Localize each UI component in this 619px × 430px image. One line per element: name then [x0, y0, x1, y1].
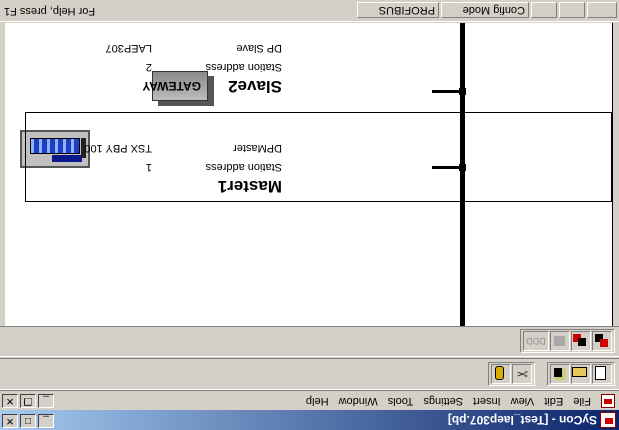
master-type-value: TSX PBY 100	[84, 142, 152, 154]
app-icon[interactable]	[600, 412, 616, 428]
minimize-button[interactable]: _	[38, 414, 54, 428]
menu-settings[interactable]: Settings	[423, 395, 463, 407]
menu-edit[interactable]: Edit	[544, 395, 563, 407]
status-empty-panel-2	[559, 2, 585, 18]
maximize-button[interactable]: □	[20, 414, 36, 428]
close-button[interactable]: ✕	[2, 414, 18, 428]
gateway-label: GATEWAY	[142, 79, 201, 93]
document-controls: _ ❐ ✕	[2, 394, 54, 408]
disabled-icon	[550, 331, 570, 351]
ddd-button: DDD	[523, 331, 549, 351]
status-empty-panel-3	[531, 2, 557, 18]
status-protocol: PROFIBUS	[357, 2, 439, 18]
edit-toolbar-group	[488, 362, 535, 386]
slave-connection-node	[459, 88, 466, 95]
new-icon[interactable]	[592, 364, 612, 384]
menu-tools[interactable]: Tools	[388, 395, 414, 407]
slave-name: Slave2	[228, 77, 282, 96]
status-help-text: For Help, press F1	[4, 5, 96, 17]
status-bar: Config Mode PROFIBUS For Help, press F1	[0, 0, 619, 22]
slave-type-value: LAEP307	[105, 42, 152, 54]
menu-help[interactable]: Help	[306, 395, 329, 407]
menu-insert[interactable]: Insert	[473, 395, 501, 407]
menu-bar: File Edit View Insert Settings Tools Win…	[0, 390, 619, 410]
slave-address-label: Station address	[205, 61, 282, 73]
document-icon[interactable]	[601, 394, 615, 408]
window-title: SyCon - [Test_laep307.pb]	[447, 413, 597, 427]
slave-type-label: DP Slave	[236, 42, 282, 54]
assign-icon[interactable]	[592, 331, 612, 351]
slave-address-value: 2	[145, 61, 152, 73]
title-bar: SyCon - [Test_laep307.pb] _ □ ✕	[0, 410, 619, 430]
slave-box[interactable]	[25, 112, 612, 202]
menu-view[interactable]: View	[511, 395, 535, 407]
gateway-device-icon[interactable]: GATEWAY	[142, 71, 208, 101]
master-type-label: DPMaster	[233, 142, 282, 154]
tool-icon[interactable]	[491, 364, 511, 384]
status-mode: Config Mode	[441, 2, 529, 18]
status-empty-panel-1	[587, 2, 617, 18]
master-address-value: 1	[145, 161, 152, 173]
menu-items: File Edit View Insert Settings Tools Win…	[306, 395, 591, 407]
device-toolbar-group: DDD	[520, 329, 615, 353]
doc-minimize-button[interactable]: _	[38, 394, 54, 408]
doc-close-button[interactable]: ✕	[2, 394, 18, 408]
menu-window[interactable]: Window	[339, 395, 378, 407]
file-toolbar-group	[547, 362, 615, 386]
master-address-label: Station address	[205, 161, 282, 173]
standard-toolbar	[0, 358, 619, 390]
master-name: Master1	[217, 177, 282, 196]
cut-icon[interactable]	[512, 364, 532, 384]
open-icon[interactable]	[571, 364, 591, 384]
window-controls: _ □ ✕	[2, 414, 54, 428]
network-canvas[interactable]: GATEWAY Slave2 Station address 2 DP Slav…	[5, 23, 613, 326]
device-toolbar: DDD	[0, 326, 619, 357]
assign-alt-icon[interactable]	[571, 331, 591, 351]
menu-file[interactable]: File	[573, 395, 591, 407]
save-icon[interactable]	[550, 364, 570, 384]
doc-restore-button[interactable]: ❐	[20, 394, 36, 408]
